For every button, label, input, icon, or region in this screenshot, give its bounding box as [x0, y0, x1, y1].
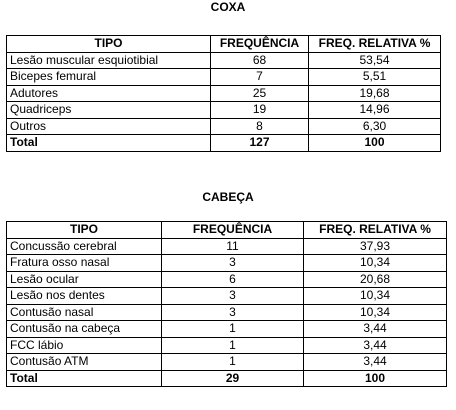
cell-tipo: Lesão muscular esquiotibial	[6, 51, 211, 69]
cell-frequencia: 3	[161, 303, 304, 321]
coxa-table: TIPO FREQUÊNCIA FREQ. RELATIVA % Lesão m…	[6, 35, 441, 152]
cell-tipo: Fratura osso nasal	[6, 254, 162, 272]
cell-frequencia: 6	[161, 270, 304, 288]
table-header-row: TIPO FREQUÊNCIA FREQ. RELATIVA %	[6, 221, 447, 239]
cell-frequencia: 11	[161, 237, 304, 255]
table-row: Lesão muscular esquiotibial 68 53,54	[6, 51, 441, 69]
cell-freq-relativa: 14,96	[308, 101, 441, 119]
cell-tipo: FCC lábio	[6, 336, 162, 354]
cell-frequencia: 1	[161, 353, 304, 371]
table-row: Lesão ocular 6 20,68	[6, 270, 447, 288]
cell-tipo: Outros	[6, 117, 211, 135]
table-header-row: TIPO FREQUÊNCIA FREQ. RELATIVA %	[6, 35, 441, 53]
table-row: Quadriceps 19 14,96	[6, 101, 441, 119]
cell-frequencia: 1	[161, 320, 304, 338]
column-header-freq-relativa: FREQ. RELATIVA %	[308, 35, 441, 53]
table-row: FCC lábio 1 3,44	[6, 336, 447, 354]
cell-tipo: Bicepes femural	[6, 68, 211, 86]
cell-freq-relativa: 10,34	[303, 254, 447, 272]
column-header-tipo: TIPO	[6, 35, 211, 53]
column-header-tipo: TIPO	[6, 221, 162, 239]
total-row: Total 29 100	[6, 369, 447, 387]
cell-frequencia: 1	[161, 336, 304, 354]
table-row: Adutores 25 19,68	[6, 84, 441, 102]
section-title-coxa: COXA	[210, 0, 246, 14]
cell-total-freq-relativa: 100	[308, 134, 441, 152]
column-header-frequencia: FREQUÊNCIA	[161, 221, 304, 239]
cell-freq-relativa: 20,68	[303, 270, 447, 288]
cell-freq-relativa: 10,34	[303, 303, 447, 321]
cell-total-frequencia: 29	[161, 369, 304, 387]
cell-frequencia: 8	[210, 117, 309, 135]
table-row: Lesão nos dentes 3 10,34	[6, 287, 447, 305]
cell-tipo: Contusão na cabeça	[6, 320, 162, 338]
cabeca-table: TIPO FREQUÊNCIA FREQ. RELATIVA % Concuss…	[6, 221, 447, 387]
cell-freq-relativa: 37,93	[303, 237, 447, 255]
cell-frequencia: 68	[210, 51, 309, 69]
total-row: Total 127 100	[6, 134, 441, 152]
table-row: Contusão na cabeça 1 3,44	[6, 320, 447, 338]
cell-tipo: Contusão ATM	[6, 353, 162, 371]
table-row: Concussão cerebral 11 37,93	[6, 237, 447, 255]
cell-total-freq-relativa: 100	[303, 369, 447, 387]
table-row: Fratura osso nasal 3 10,34	[6, 254, 447, 272]
cell-tipo: Concussão cerebral	[6, 237, 162, 255]
cell-freq-relativa: 3,44	[303, 320, 447, 338]
table-row: Contusão ATM 1 3,44	[6, 353, 447, 371]
column-header-freq-relativa: FREQ. RELATIVA %	[303, 221, 447, 239]
cell-freq-relativa: 3,44	[303, 336, 447, 354]
cell-freq-relativa: 5,51	[308, 68, 441, 86]
table-row: Outros 8 6,30	[6, 117, 441, 135]
cell-frequencia: 7	[210, 68, 309, 86]
table-row: Contusão nasal 3 10,34	[6, 303, 447, 321]
cell-frequencia: 19	[210, 101, 309, 119]
table-row: Bicepes femural 7 5,51	[6, 68, 441, 86]
column-header-frequencia: FREQUÊNCIA	[210, 35, 309, 53]
cell-tipo: Adutores	[6, 84, 211, 102]
cell-total-label: Total	[6, 369, 162, 387]
cell-tipo: Lesão ocular	[6, 270, 162, 288]
cell-tipo: Contusão nasal	[6, 303, 162, 321]
cell-total-label: Total	[6, 134, 211, 152]
cell-frequencia: 25	[210, 84, 309, 102]
cell-tipo: Lesão nos dentes	[6, 287, 162, 305]
cell-frequencia: 3	[161, 254, 304, 272]
cell-freq-relativa: 53,54	[308, 51, 441, 69]
cell-freq-relativa: 10,34	[303, 287, 447, 305]
cell-freq-relativa: 19,68	[308, 84, 441, 102]
cell-total-frequencia: 127	[210, 134, 309, 152]
section-title-cabeca: CABEÇA	[202, 190, 254, 204]
cell-frequencia: 3	[161, 287, 304, 305]
cell-tipo: Quadriceps	[6, 101, 211, 119]
cell-freq-relativa: 6,30	[308, 117, 441, 135]
cell-freq-relativa: 3,44	[303, 353, 447, 371]
